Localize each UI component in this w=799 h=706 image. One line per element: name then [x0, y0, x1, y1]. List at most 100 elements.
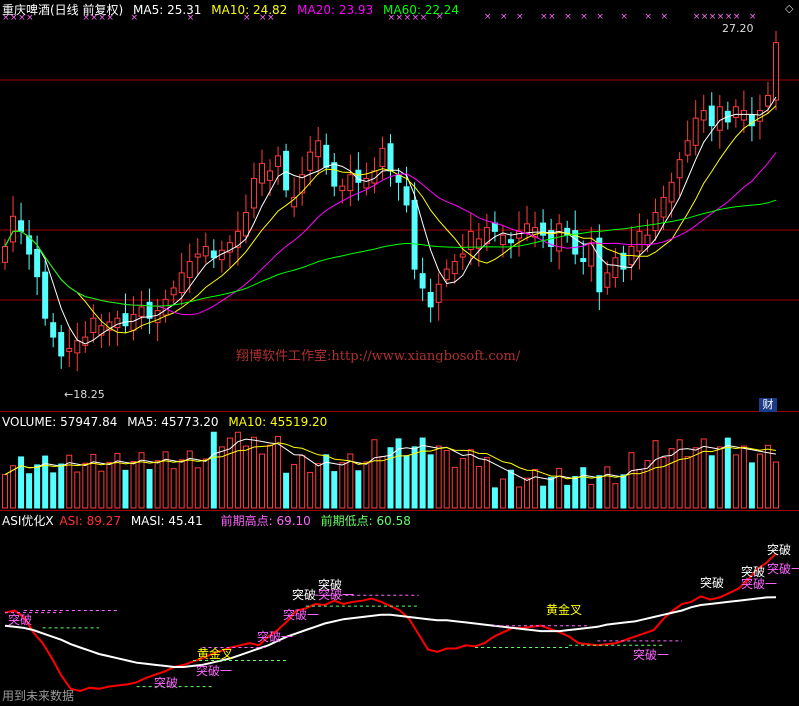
- signal-mark: ×: [540, 12, 548, 22]
- signal-label: 突破: [8, 613, 33, 627]
- volume-bar: [34, 464, 41, 509]
- signal-label: 突破一: [633, 648, 670, 662]
- candle-body: [259, 162, 265, 184]
- candle-body: [596, 237, 603, 293]
- candle-body: [355, 169, 362, 183]
- volume-bar: [10, 465, 17, 509]
- volume-bar: [732, 454, 739, 509]
- candle-body: [459, 253, 466, 258]
- candle-body: [42, 271, 49, 319]
- low-price-label: ←18.25: [64, 388, 105, 401]
- candle-body: [138, 306, 145, 317]
- volume-bar: [636, 468, 643, 509]
- signal-label: 突破一: [767, 562, 799, 576]
- ma60-readout: MA60: 22.24: [383, 3, 460, 17]
- volume-readout: VOLUME: 57947.84: [2, 415, 118, 429]
- volume-bar: [532, 468, 539, 509]
- volume-bar: [588, 484, 595, 509]
- candle-body: [90, 317, 97, 334]
- diamond-icon[interactable]: ◇: [785, 2, 793, 15]
- candle-body: [700, 110, 707, 121]
- volume-bar: [764, 444, 771, 509]
- candle-body: [58, 332, 65, 357]
- volume-bar: [98, 470, 105, 509]
- candle-body: [491, 222, 498, 232]
- candle-body: [411, 199, 418, 270]
- vol-ma5-readout: MA5: 45773.20: [127, 415, 219, 429]
- signal-label: 突破: [767, 543, 792, 557]
- volume-bar: [708, 455, 715, 509]
- volume-bar: [50, 472, 57, 509]
- signal-label: 突破: [292, 588, 317, 602]
- volume-bar: [387, 447, 394, 509]
- candle-body: [178, 272, 185, 294]
- candle-body: [122, 313, 129, 327]
- asi-indicator-name: ASI优化X: [2, 514, 54, 528]
- signal-mark: ×: [725, 12, 733, 22]
- volume-bar: [451, 466, 458, 509]
- candle-body: [604, 272, 611, 288]
- candle-body: [524, 223, 531, 234]
- candle-body: [692, 117, 699, 146]
- volume-bar: [724, 437, 731, 509]
- volume-bar: [202, 458, 209, 509]
- volume-bar: [331, 471, 338, 509]
- candle-body: [756, 110, 763, 122]
- candle-body: [435, 283, 442, 303]
- signal-mark: ×: [516, 12, 524, 22]
- candle-body: [275, 155, 282, 167]
- volume-bar: [507, 469, 514, 509]
- volume-bar: [146, 469, 153, 509]
- candle-body: [307, 151, 314, 171]
- candle-body: [323, 144, 330, 168]
- candle-body: [315, 140, 322, 158]
- candle-body: [716, 106, 723, 131]
- volume-bar: [612, 483, 619, 509]
- volume-bar: [499, 478, 506, 509]
- volume-bar: [491, 487, 498, 509]
- signal-mark: ×: [693, 12, 701, 22]
- volume-bar: [692, 447, 699, 509]
- candle-body: [652, 212, 659, 232]
- candle-body: [387, 143, 394, 172]
- volume-bar: [291, 463, 298, 509]
- signal-mark: ×: [749, 12, 757, 22]
- volume-bar: [210, 431, 217, 509]
- volume-bar: [620, 474, 627, 509]
- volume-bar: [106, 461, 113, 509]
- candle-body: [114, 317, 121, 329]
- volume-bar: [700, 438, 707, 509]
- candle-body: [267, 170, 274, 181]
- candle-body: [419, 273, 426, 289]
- finance-badge[interactable]: 财: [759, 398, 777, 412]
- volume-bar: [604, 466, 611, 509]
- volume-bar: [435, 445, 442, 509]
- volume-bar: [660, 456, 667, 509]
- signal-mark: ×: [661, 12, 669, 22]
- volume-bar: [82, 462, 89, 509]
- candle-body: [170, 287, 177, 296]
- signal-label: 黄金叉: [197, 647, 234, 661]
- candle-body: [732, 106, 739, 118]
- volume-bar: [580, 467, 587, 509]
- candle-body: [250, 178, 257, 209]
- candle-body: [339, 185, 346, 192]
- volume-bar: [524, 477, 531, 509]
- signal-mark: ×: [645, 12, 653, 22]
- candle-body: [74, 340, 81, 354]
- volume-asi-divider: [0, 510, 799, 511]
- candle-body: [636, 230, 643, 252]
- ma60-line: [4, 199, 777, 307]
- candle-body: [427, 292, 434, 308]
- signal-label: 突破: [154, 676, 179, 690]
- signal-label: 突破: [700, 576, 725, 590]
- volume-bar: [379, 456, 386, 509]
- signal-mark: ×: [500, 12, 508, 22]
- volume-bar: [339, 462, 346, 509]
- signal-mark: ×: [564, 12, 572, 22]
- candle-body: [162, 298, 169, 316]
- candle-body: [764, 94, 771, 107]
- volume-bar: [315, 463, 322, 509]
- signal-mark: ×: [709, 12, 717, 22]
- ma20-line: [4, 152, 777, 316]
